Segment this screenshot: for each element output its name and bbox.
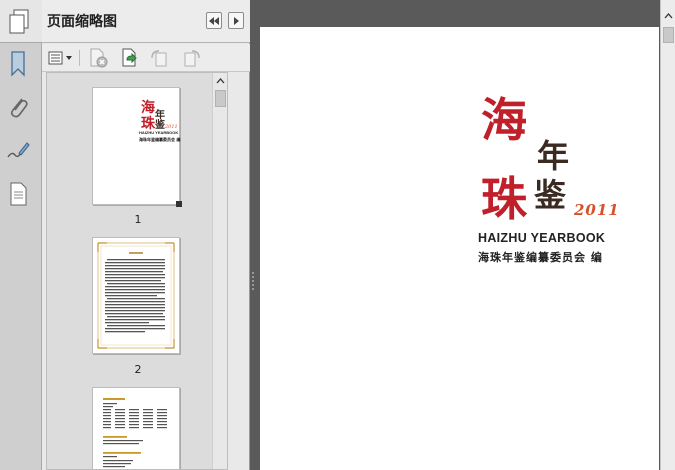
cover-title-jian: 鉴 (534, 176, 567, 214)
cover-title-hai: 海 (481, 93, 527, 147)
rotate-left-button[interactable] (148, 48, 170, 68)
contents-page-thumbnail-image (103, 398, 167, 468)
text-page-thumbnail-image (97, 242, 175, 349)
thumbnails-toolbar (42, 44, 250, 72)
options-menu-button[interactable] (48, 48, 74, 68)
rotate-right-icon (184, 50, 200, 67)
scrollbar-thumb[interactable] (215, 90, 226, 107)
navigation-rail (0, 0, 42, 470)
rail-header (0, 0, 42, 43)
thumbnail-page-number: 2 (134, 363, 142, 376)
rotate-left-icon (151, 50, 167, 67)
double-left-arrow-icon (209, 16, 219, 25)
pdf-reader-window: 页面缩略图 海 年 珠 鉴 2011 HAIZHU YEARBOOK 海珠年鉴编… (0, 0, 675, 470)
document-page: 海 年 珠 鉴 2011 HAIZHU YEARBOOK 海珠年鉴编纂委员会 编 (260, 27, 659, 470)
toolbar-separator (79, 50, 80, 66)
page-thumbnail-3[interactable] (92, 387, 180, 469)
page-thumbnail-2[interactable] (92, 237, 180, 354)
collapse-panel-button[interactable] (206, 12, 222, 29)
scroll-up-arrow-icon[interactable] (661, 8, 675, 24)
replace-pages-button[interactable] (119, 48, 141, 68)
scrollbar-thumb[interactable] (663, 27, 674, 43)
right-arrow-icon (234, 16, 239, 25)
cover-english-title: HAIZHU YEARBOOK (478, 231, 606, 245)
thumbnail-list: 海 年 珠 鉴 2011 HAIZHU YEARBOOK 海珠年鉴编纂委员会 编… (46, 72, 228, 470)
cover-thumbnail-image: 海 年 珠 鉴 2011 (141, 99, 178, 132)
panel-splitter-handle[interactable] (251, 270, 255, 294)
options-list-icon (48, 51, 72, 65)
page-thumbnails-panel: 页面缩略图 海 年 珠 鉴 2011 HAIZHU YEARBOOK 海珠年鉴编… (42, 0, 250, 470)
bookmark-icon[interactable] (6, 50, 30, 78)
panel-header: 页面缩略图 (42, 0, 250, 43)
document-view: 海 年 珠 鉴 2011 HAIZHU YEARBOOK 海珠年鉴编纂委员会 编 (251, 0, 660, 470)
expand-panel-button[interactable] (228, 12, 244, 29)
svg-text:海: 海 (141, 99, 155, 116)
cover-editor-line: 海珠年鉴编纂委员会 编 (478, 251, 603, 264)
thumb-cover-cn: 海珠年鉴编纂委员会 编 (139, 137, 181, 142)
cover-year-number: 2011 (574, 201, 620, 219)
document-icon[interactable] (6, 180, 30, 208)
pages-icon[interactable] (7, 8, 31, 36)
thumbnail-page-number: 1 (134, 213, 142, 226)
replace-page-icon (122, 48, 137, 67)
panel-title: 页面缩略图 (47, 14, 117, 30)
cover-title-zhu: 珠 (481, 172, 527, 226)
thumb-cover-en: HAIZHU YEARBOOK (139, 130, 179, 135)
thumbnail-resize-handle[interactable] (176, 201, 182, 207)
delete-page-icon (90, 48, 108, 68)
scroll-up-arrow-icon[interactable] (213, 73, 227, 89)
delete-pages-button[interactable] (87, 48, 109, 68)
rotate-right-button[interactable] (181, 48, 203, 68)
thumbnails-scrollbar[interactable] (212, 73, 227, 469)
signature-icon[interactable] (6, 137, 30, 165)
page-thumbnail-1[interactable]: 海 年 珠 鉴 2011 HAIZHU YEARBOOK 海珠年鉴编纂委员会 编 (92, 87, 182, 207)
attachment-icon[interactable] (6, 93, 30, 121)
document-scrollbar[interactable] (660, 0, 675, 470)
